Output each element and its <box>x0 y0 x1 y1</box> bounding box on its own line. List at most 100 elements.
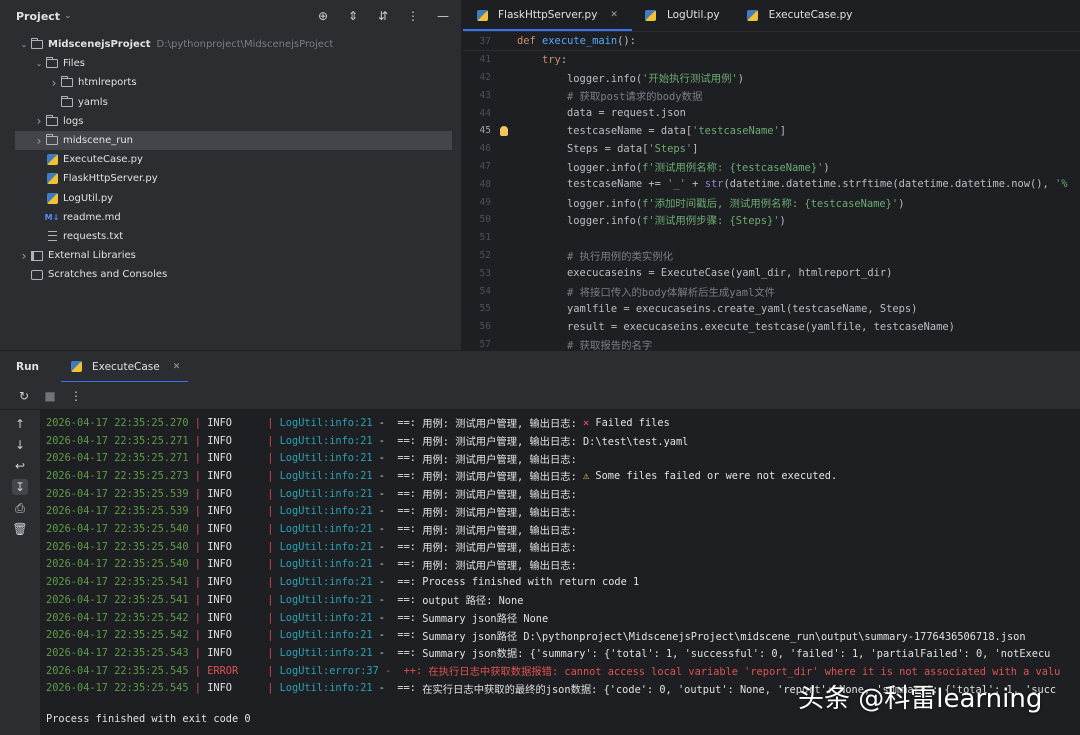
locate-icon[interactable]: ⊕ <box>315 8 331 24</box>
code-line: 43 # 获取post请求的body数据 <box>463 86 1080 104</box>
project-toolbar: ⊕ ⇕ ⇵ ⋮ — <box>315 8 451 24</box>
log-timestamp: 2026-04-17 22:35:25.539 <box>46 487 189 500</box>
tree-item[interactable]: M↓ readme.md <box>0 208 462 227</box>
chevron-down-icon[interactable]: ⌄ <box>64 11 72 21</box>
log-line: 2026-04-17 22:35:25.541 | INFO | LogUtil:… <box>46 591 523 609</box>
folder-icon <box>30 38 44 50</box>
log-location: LogUtil:error:37 <box>279 664 379 677</box>
tree-item-label: requests.txt <box>63 230 124 242</box>
log-separator: | <box>188 646 208 659</box>
code-text: logger.info(f'测试用例名称: {testcaseName}') <box>517 161 830 174</box>
log-message: 用例: 测试用户管理, 输出日志: <box>422 489 577 502</box>
python-icon <box>746 9 760 21</box>
tree-item-label: Scratches and Consoles <box>48 269 168 281</box>
expand-arrow-icon[interactable]: ⌄ <box>18 40 30 49</box>
log-separator: | <box>267 505 280 518</box>
log-line: 2026-04-17 22:35:25.539 | INFO | LogUtil:… <box>46 503 577 521</box>
line-number: 56 <box>479 321 491 333</box>
gutter <box>491 318 517 336</box>
rerun-icon[interactable]: ↻ <box>16 388 32 404</box>
expand-all-icon[interactable]: ⇕ <box>345 8 361 24</box>
editor-tab[interactable]: LogUtil.py <box>632 0 734 31</box>
log-timestamp: 2026-04-17 22:35:25.543 <box>46 646 189 659</box>
tree-item[interactable]: › External Libraries <box>0 246 462 265</box>
expand-arrow-icon[interactable]: › <box>18 249 30 263</box>
lightbulb-icon[interactable] <box>491 122 517 140</box>
stop-icon[interactable]: ■ <box>42 388 58 404</box>
tree-item[interactable]: › htmlreports <box>0 73 462 92</box>
log-message: 用例: 测试用户管理, 输出日志: <box>422 542 577 555</box>
tree-item-label: Files <box>63 58 85 70</box>
arrow-up-icon[interactable]: ↑ <box>12 416 28 432</box>
log-level: INFO <box>207 505 233 518</box>
line-number: 41 <box>479 54 491 66</box>
tree-item[interactable]: ⌄ MidscenejsProject D:\pythonproject\Midsc… <box>0 35 462 54</box>
gutter <box>491 69 517 87</box>
log-message: 用例: 测试用户管理, 输出日志: <box>422 506 577 519</box>
expand-arrow-icon[interactable]: › <box>33 114 45 128</box>
tree-item[interactable]: ⌄ Files <box>0 54 462 73</box>
log-location: LogUtil:info:21 <box>279 646 373 659</box>
code-area[interactable]: 37 def execute_main (): 41 try: 42 logger… <box>463 33 1080 350</box>
log-level: INFO <box>207 593 233 606</box>
tree-item[interactable]: yamls <box>0 93 462 112</box>
run-tab-label: ExecuteCase <box>92 360 160 373</box>
log-separator: | <box>267 540 280 553</box>
log-line: 2026-04-17 22:35:25.543 | INFO | LogUtil:… <box>46 644 1050 662</box>
log-message: Summary json路径 None <box>422 613 549 626</box>
soft-wrap-icon[interactable]: ↩ <box>12 458 28 474</box>
log-line: 2026-04-17 22:35:25.540 | INFO | LogUtil:… <box>46 538 577 556</box>
log-line: 2026-04-17 22:35:25.545 | ERROR | LogUtil… <box>46 662 1060 680</box>
folder-icon <box>45 134 59 146</box>
scroll-to-end-icon[interactable]: ↧ <box>12 479 28 495</box>
tree-item[interactable]: › logs <box>0 112 462 131</box>
log-line: 2026-04-17 22:35:25.270 | INFO | LogUtil:… <box>46 414 670 432</box>
tree-item[interactable]: FlaskHttpServer.py <box>0 169 462 188</box>
expand-arrow-icon[interactable]: › <box>48 76 60 90</box>
tree-item[interactable]: › midscene_run <box>15 130 452 151</box>
log-extra: Some files failed or were not executed. <box>595 469 838 482</box>
log-separator: | <box>267 452 280 465</box>
log-location: LogUtil:info:21 <box>279 416 373 429</box>
log-separator: | <box>188 558 208 571</box>
more-icon[interactable]: ⋮ <box>68 388 84 404</box>
gutter <box>491 51 517 69</box>
expand-arrow-icon[interactable]: ⌄ <box>33 59 45 68</box>
close-icon[interactable]: ✕ <box>610 10 618 20</box>
log-message: 用例: 测试用户管理, 输出日志: <box>422 418 577 431</box>
tree-item[interactable]: ExecuteCase.py <box>0 150 462 169</box>
arrow-down-icon[interactable]: ↓ <box>12 437 28 453</box>
log-separator: | <box>267 576 280 589</box>
log-timestamp: 2026-04-17 22:35:25.271 <box>46 452 189 465</box>
hide-icon[interactable]: — <box>435 8 451 24</box>
project-title[interactable]: Project <box>16 10 60 23</box>
log-message: Summary json数据: {'summary': {'total': 1,… <box>422 648 1051 661</box>
log-level: INFO <box>207 629 233 642</box>
collapse-all-icon[interactable]: ⇵ <box>375 8 391 24</box>
log-level: INFO <box>207 469 233 482</box>
log-separator: | <box>188 523 208 536</box>
tree-item[interactable]: requests.txt <box>0 227 462 246</box>
options-icon[interactable]: ⋮ <box>405 8 421 24</box>
log-separator: | <box>188 540 208 553</box>
expand-arrow-icon[interactable]: › <box>33 134 45 148</box>
line-number: 43 <box>479 89 491 101</box>
editor-tab[interactable]: FlaskHttpServer.py ✕ <box>463 0 632 31</box>
log-separator: | <box>267 487 280 500</box>
close-icon[interactable]: ✕ <box>173 362 181 372</box>
log-marker: - ==: <box>372 629 423 642</box>
run-tab[interactable]: ExecuteCase ✕ <box>61 351 189 383</box>
tree-item-label: ExecuteCase.py <box>63 154 143 166</box>
log-marker: - ==: <box>372 682 423 695</box>
tree-item[interactable]: LogUtil.py <box>0 189 462 208</box>
print-icon[interactable]: ⎙ <box>12 500 28 516</box>
log-separator: | <box>188 611 208 624</box>
tree-item-label: logs <box>63 115 84 127</box>
tree-item[interactable]: Scratches and Consoles <box>0 265 462 284</box>
project-header: Project ⌄ ⊕ ⇕ ⇵ ⋮ — <box>0 0 461 32</box>
gutter <box>491 300 517 318</box>
editor-tab-label: LogUtil.py <box>666 9 720 21</box>
trash-icon[interactable]: 🗑 <box>12 521 28 537</box>
editor-tab[interactable]: ExecuteCase.py <box>734 0 867 31</box>
line-number: 54 <box>479 285 491 297</box>
